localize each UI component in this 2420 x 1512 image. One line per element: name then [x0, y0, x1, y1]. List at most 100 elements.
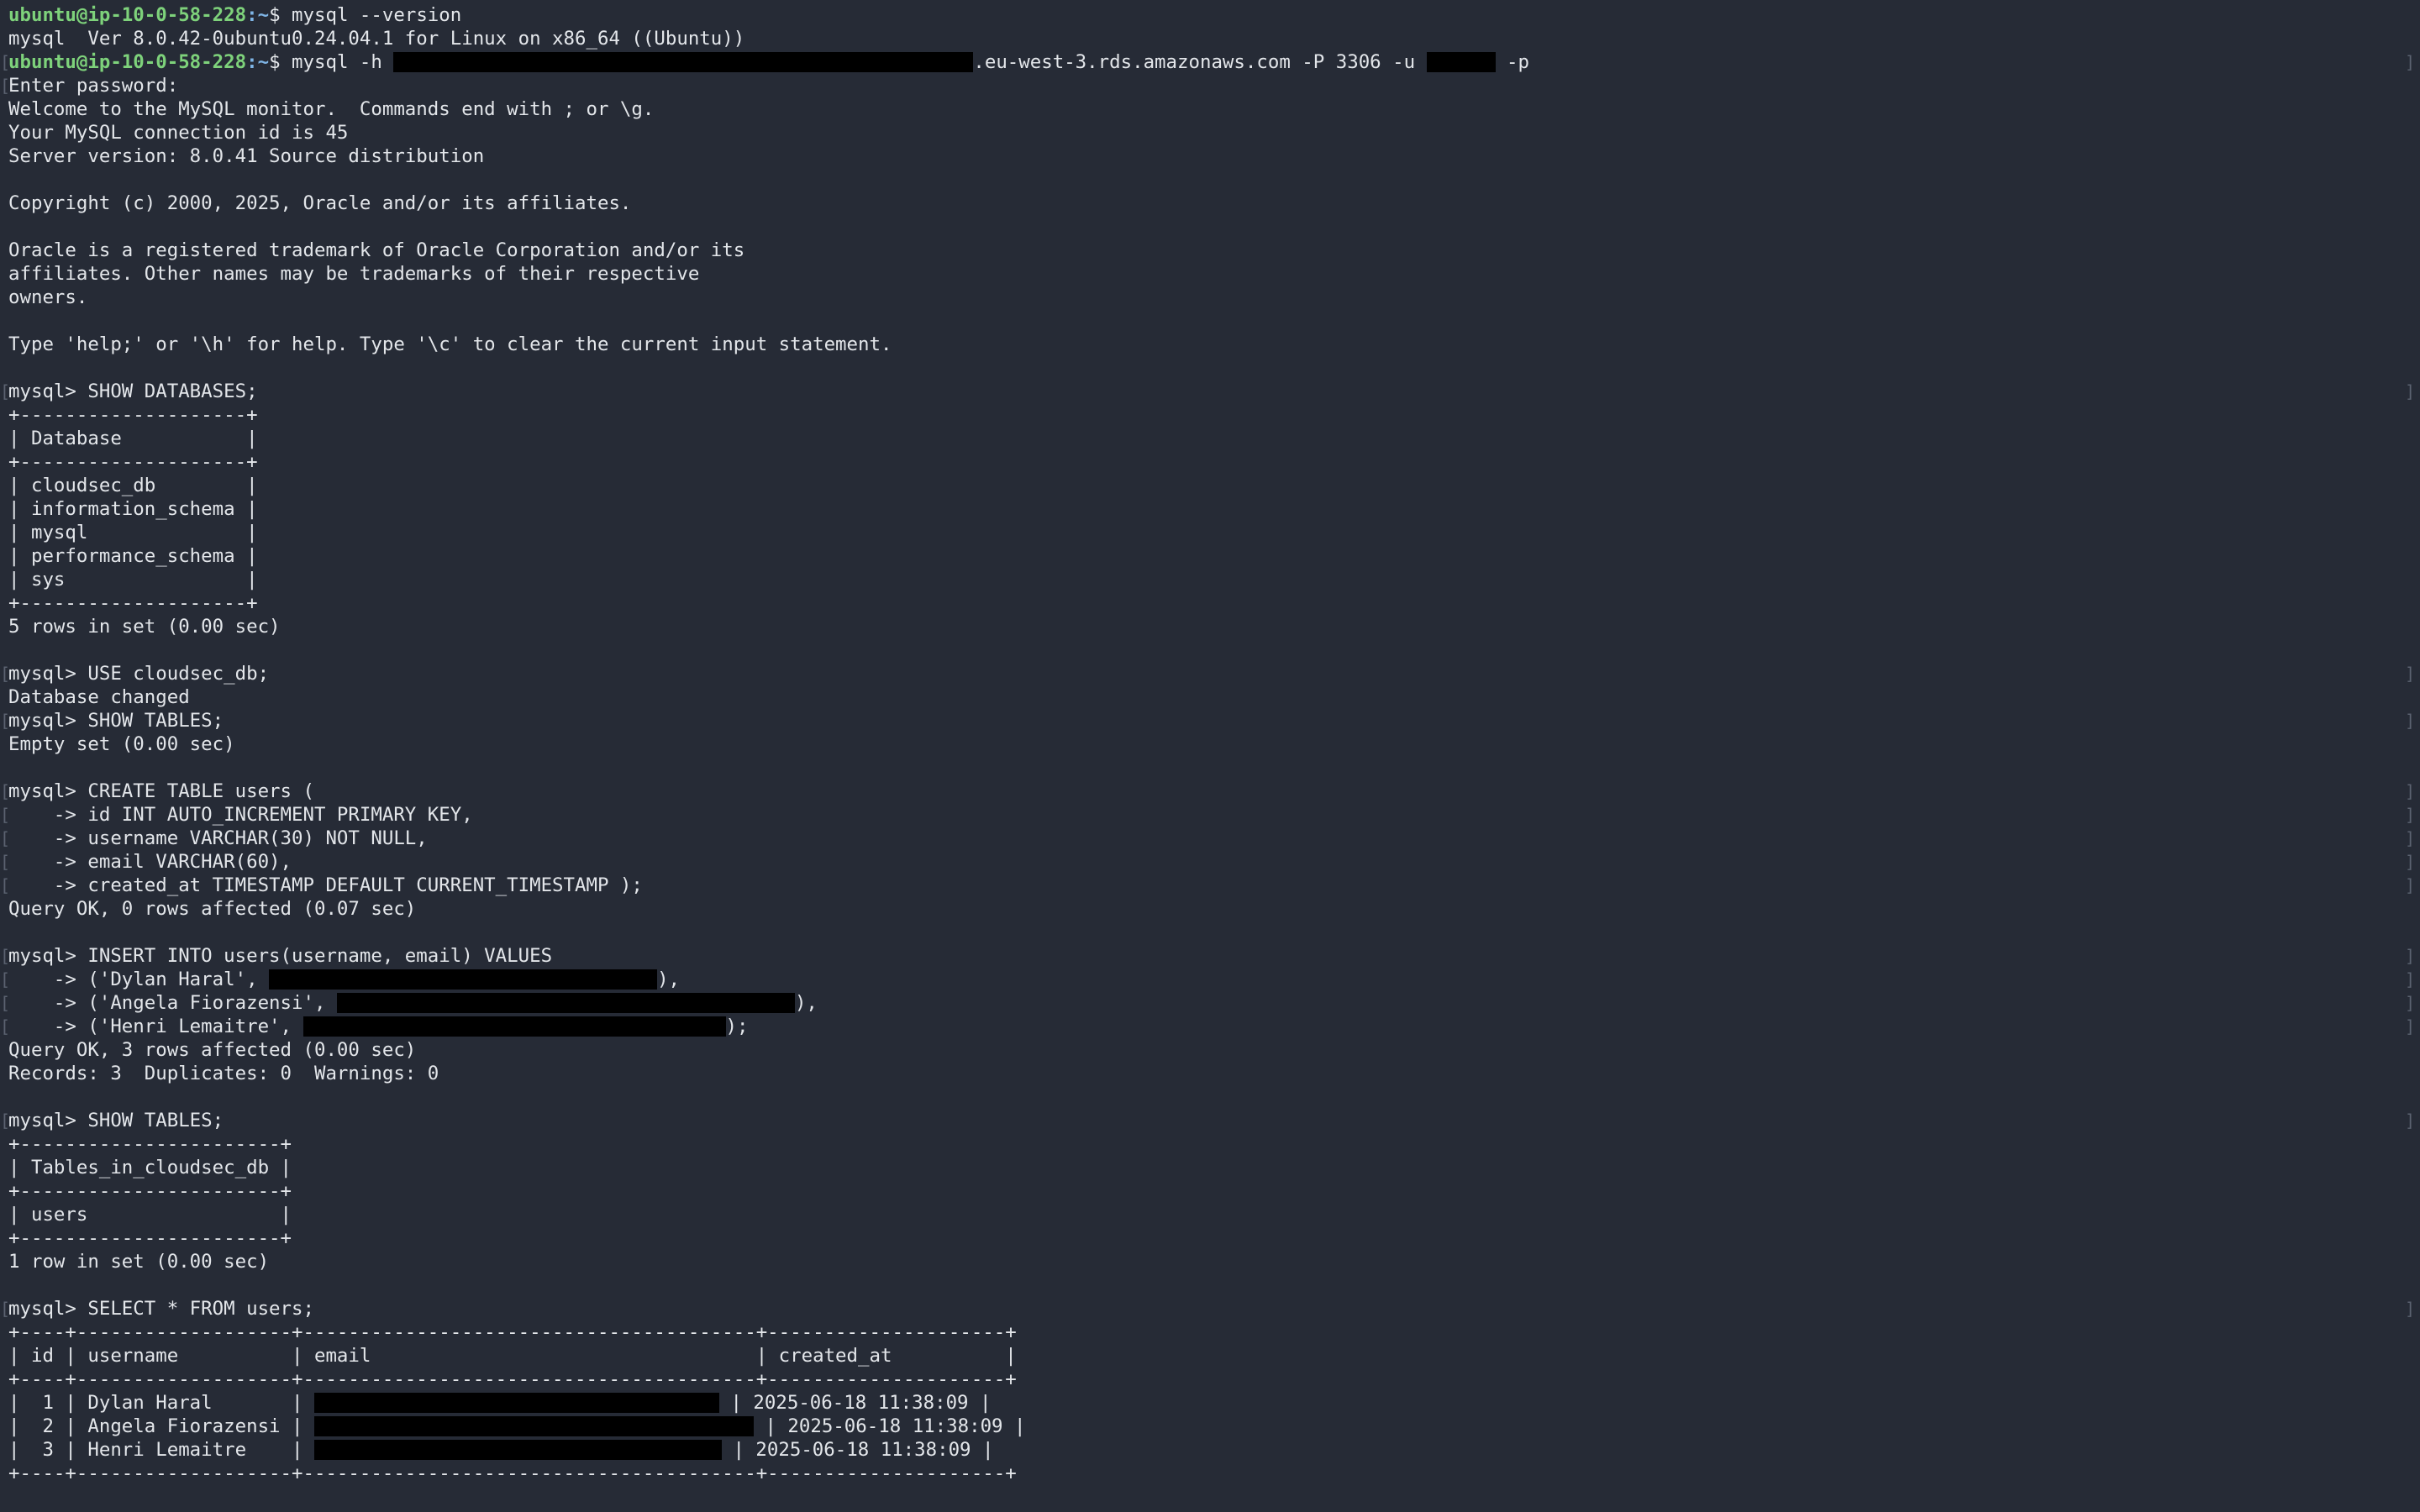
prompt-path: :~ — [246, 51, 270, 73]
terminal-line: Database changed — [8, 685, 190, 709]
line-text: | 1 | Dylan Haral | — [8, 1392, 314, 1414]
line-text: mysql> CREATE TABLE users ( — [8, 780, 314, 802]
terminal-line: | mysql | — [8, 521, 258, 544]
scrollback-mark-right: ] — [2404, 875, 2415, 895]
terminal-line: Type 'help;' or '\h' for help. Type '\c'… — [8, 333, 892, 356]
terminal-line: mysql> INSERT INTO users(username, email… — [8, 944, 552, 968]
terminal-line: Server version: 8.0.41 Source distributi… — [8, 144, 484, 168]
scrollback-mark-left: [ — [0, 946, 11, 966]
terminal-line: Your MySQL connection id is 45 — [8, 121, 348, 144]
line-text: mysql> SHOW DATABASES; — [8, 381, 258, 402]
line-text: | id | username | email | created_at | — [8, 1345, 1017, 1367]
terminal-line: mysql> SHOW TABLES; — [8, 1109, 224, 1132]
scrollback-mark-left: [ — [0, 805, 11, 825]
terminal-line: 1 row in set (0.00 sec) — [8, 1250, 269, 1273]
terminal-line: mysql> SHOW DATABASES; — [8, 380, 258, 403]
shell-command: mysql -h — [292, 51, 394, 73]
terminal-line: -> ('Dylan Haral', ), — [8, 968, 680, 991]
scrollback-mark-left: [ — [0, 1016, 11, 1037]
terminal-line: +--------------------+ — [8, 403, 258, 427]
terminal-line: -> created_at TIMESTAMP DEFAULT CURRENT_… — [8, 874, 643, 897]
line-text: | performance_schema | — [8, 545, 258, 567]
line-text: +----+-------------------+--------------… — [8, 1368, 1017, 1390]
line-text: | sys | — [8, 569, 258, 591]
terminal-line: +-----------------------+ — [8, 1179, 292, 1203]
terminal-line: 5 rows in set (0.00 sec) — [8, 615, 281, 638]
line-text: +-----------------------+ — [8, 1133, 292, 1155]
terminal-window[interactable]: ubuntu@ip-10-0-58-228:~$ mysql --version… — [0, 0, 2420, 1512]
line-text: -> id INT AUTO_INCREMENT PRIMARY KEY, — [8, 804, 473, 826]
line-text: -> ('Angela Fiorazensi', — [8, 992, 337, 1014]
line-text: mysql> USE cloudsec_db; — [8, 663, 270, 685]
line-text: mysql> SHOW TABLES; — [8, 1110, 224, 1131]
line-text: mysql> INSERT INTO users(username, email… — [8, 945, 553, 967]
terminal-line: ubuntu@ip-10-0-58-228:~$ mysql --version — [8, 3, 461, 27]
line-text: +-----------------------+ — [8, 1180, 292, 1202]
redacted-email — [269, 969, 658, 990]
line-text: +----+-------------------+--------------… — [8, 1321, 1017, 1343]
terminal-line: mysql> USE cloudsec_db; — [8, 662, 269, 685]
terminal-line: | id | username | email | created_at | — [8, 1344, 1017, 1368]
line-text: Type 'help;' or '\h' for help. Type '\c'… — [8, 333, 892, 355]
scrollback-mark-right: ] — [2404, 993, 2415, 1013]
terminal-line: -> username VARCHAR(30) NOT NULL, — [8, 827, 428, 850]
line-text: +--------------------+ — [8, 592, 258, 614]
line-text: | 3 | Henri Lemaitre | — [8, 1439, 314, 1461]
shell-command-tail: -p — [1495, 51, 1530, 73]
line-text: Enter password: — [8, 75, 179, 97]
scrollback-mark-left: [ — [0, 664, 11, 684]
scrollback-mark-left: [ — [0, 969, 11, 990]
line-text: | 2 | Angela Fiorazensi | — [8, 1415, 314, 1437]
line-text: +--------------------+ — [8, 404, 258, 426]
line-text: Server version: 8.0.41 Source distributi… — [8, 145, 485, 167]
redacted-email — [336, 993, 795, 1013]
terminal-line: mysql> SHOW TABLES; — [8, 709, 224, 732]
line-text: owners. — [8, 286, 88, 308]
line-text: mysql Ver 8.0.42-0ubuntu0.24.04.1 for Li… — [8, 28, 745, 50]
terminal-line: +-----------------------+ — [8, 1132, 292, 1156]
redacted-email — [313, 1416, 754, 1436]
line-text: ); — [725, 1016, 749, 1037]
line-text: | Database | — [8, 428, 258, 449]
terminal-line: mysql Ver 8.0.42-0ubuntu0.24.04.1 for Li… — [8, 27, 744, 50]
line-text: -> ('Henri Lemaitre', — [8, 1016, 303, 1037]
line-text: | information_schema | — [8, 498, 258, 520]
redacted-hostname — [393, 52, 974, 72]
scrollback-mark-left: [ — [0, 828, 11, 848]
scrollback-mark-left: [ — [0, 875, 11, 895]
scrollback-mark-left: [ — [0, 711, 11, 731]
scrollback-mark-left: [ — [0, 381, 11, 402]
scrollback-mark-right: ] — [2404, 664, 2415, 684]
line-text: Query OK, 0 rows affected (0.07 sec) — [8, 898, 417, 920]
prompt-user-host: ubuntu@ip-10-0-58-228 — [8, 51, 247, 73]
scrollback-mark-left: [ — [0, 52, 11, 72]
line-text: | users | — [8, 1204, 292, 1226]
redacted-username — [1426, 52, 1496, 72]
terminal-line: Query OK, 3 rows affected (0.00 sec) — [8, 1038, 416, 1062]
terminal-line: +----+-------------------+--------------… — [8, 1368, 1017, 1391]
line-text: Copyright (c) 2000, 2025, Oracle and/or … — [8, 192, 632, 214]
line-text: +-----------------------+ — [8, 1227, 292, 1249]
terminal-line: +----+-------------------+--------------… — [8, 1320, 1017, 1344]
scrollback-mark-right: ] — [2404, 969, 2415, 990]
terminal-line: Records: 3 Duplicates: 0 Warnings: 0 — [8, 1062, 439, 1085]
scrollback-mark-right: ] — [2404, 52, 2415, 72]
redacted-email — [302, 1016, 726, 1037]
line-text: Empty set (0.00 sec) — [8, 733, 235, 755]
redacted-email — [313, 1440, 722, 1460]
terminal-line: Query OK, 0 rows affected (0.07 sec) — [8, 897, 416, 921]
scrollback-mark-right: ] — [2404, 1016, 2415, 1037]
terminal-line: | performance_schema | — [8, 544, 258, 568]
scrollback-mark-right: ] — [2404, 828, 2415, 848]
terminal-line: | Tables_in_cloudsec_db | — [8, 1156, 292, 1179]
line-text: mysql> SELECT * FROM users; — [8, 1298, 314, 1320]
terminal-line: mysql> CREATE TABLE users ( — [8, 780, 314, 803]
terminal-line: +-----------------------+ — [8, 1226, 292, 1250]
terminal-line: mysql> SELECT * FROM users; — [8, 1297, 314, 1320]
scrollback-mark-right: ] — [2404, 1299, 2415, 1319]
line-text: mysql> SHOW TABLES; — [8, 710, 224, 732]
scrollback-mark-right: ] — [2404, 946, 2415, 966]
terminal-line: owners. — [8, 286, 87, 309]
redacted-email — [313, 1393, 719, 1413]
shell-command: mysql --version — [292, 4, 462, 26]
